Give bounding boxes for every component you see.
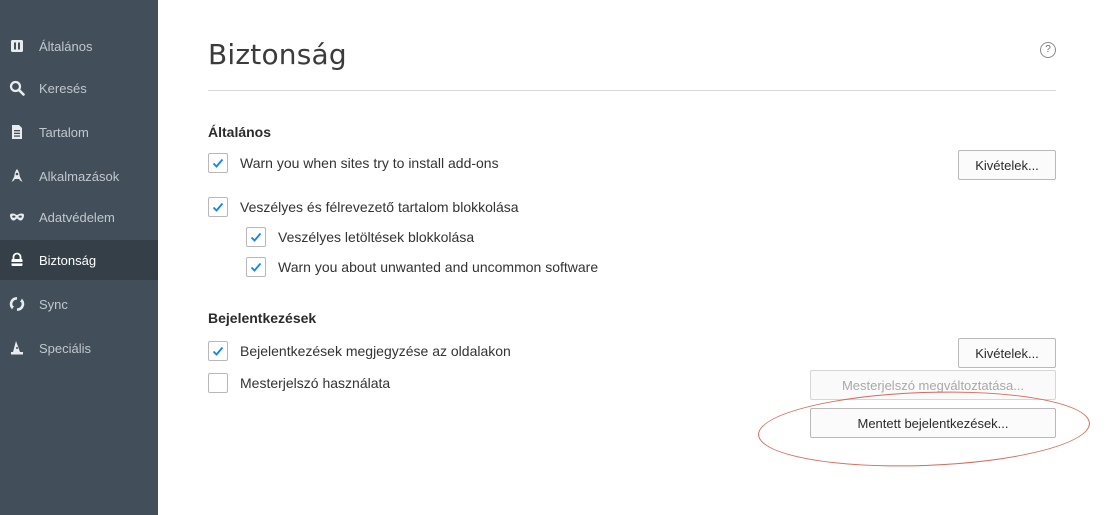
checkmark-icon	[212, 202, 224, 212]
saved-logins-button[interactable]: Mentett bejelentkezések...	[810, 408, 1056, 438]
block-downloads-checkbox[interactable]	[246, 227, 266, 247]
sidebar-item-content[interactable]: Tartalom	[0, 112, 158, 152]
master-password-label: Mesterjelszó használata	[240, 375, 391, 391]
general-exceptions-button[interactable]: Kivételek...	[958, 150, 1056, 180]
remember-logins-checkbox[interactable]	[208, 341, 228, 361]
sync-icon	[9, 296, 25, 312]
master-password-row: Mesterjelszó használata	[208, 373, 390, 393]
sidebar-item-general[interactable]: Általános	[0, 26, 158, 66]
block-dangerous-checkbox[interactable]	[208, 197, 228, 217]
search-icon	[9, 80, 25, 96]
lock-icon	[9, 252, 25, 268]
warn-unwanted-row: Warn you about unwanted and uncommon sof…	[246, 257, 598, 277]
block-downloads-label: Veszélyes letöltések blokkolása	[278, 229, 475, 245]
sidebar-item-label: Sync	[39, 296, 68, 312]
checkmark-icon	[212, 346, 224, 356]
sidebar-item-label: Általános	[39, 38, 93, 54]
sidebar-item-advanced[interactable]: Speciális	[0, 328, 158, 368]
sidebar-item-label: Speciális	[39, 340, 92, 356]
sidebar-item-label: Biztonság	[39, 252, 97, 268]
main-panel: Biztonság ? Általános Warn you when site…	[158, 0, 1120, 515]
change-master-password-button[interactable]: Mesterjelszó megváltoztatása...	[810, 370, 1056, 400]
mask-icon	[9, 209, 25, 225]
warn-unwanted-label: Warn you about unwanted and uncommon sof…	[278, 259, 599, 275]
block-dangerous-label: Veszélyes és félrevezető tartalom blokko…	[240, 199, 519, 215]
sidebar: Általános Keresés Tartalom Alkalmazások …	[0, 0, 158, 515]
sidebar-item-sync[interactable]: Sync	[0, 284, 158, 324]
checkmark-icon	[250, 232, 262, 242]
document-icon	[9, 124, 25, 140]
checkmark-icon	[212, 158, 224, 168]
warn-unwanted-checkbox[interactable]	[246, 257, 266, 277]
block-downloads-row: Veszélyes letöltések blokkolása	[246, 227, 474, 247]
checkmark-icon	[250, 262, 262, 272]
divider	[208, 90, 1056, 91]
sidebar-item-privacy[interactable]: Adatvédelem	[0, 197, 158, 237]
sidebar-item-security[interactable]: Biztonság	[0, 240, 158, 280]
block-dangerous-row: Veszélyes és félrevezető tartalom blokko…	[208, 197, 519, 217]
remember-logins-label: Bejelentkezések megjegyzése az oldalakon	[240, 343, 511, 359]
sidebar-item-label: Alkalmazások	[39, 168, 120, 184]
help-icon[interactable]: ?	[1040, 42, 1056, 58]
rocket-icon	[9, 168, 25, 184]
section-heading-logins: Bejelentkezések	[208, 310, 317, 326]
warn-addons-row: Warn you when sites try to install add-o…	[208, 153, 499, 173]
sidebar-item-search[interactable]: Keresés	[0, 68, 158, 108]
warn-addons-checkbox[interactable]	[208, 153, 228, 173]
master-password-checkbox[interactable]	[208, 373, 228, 393]
general-icon	[9, 38, 25, 54]
wizard-hat-icon	[9, 340, 25, 356]
logins-exceptions-button[interactable]: Kivételek...	[958, 338, 1056, 368]
remember-logins-row: Bejelentkezések megjegyzése az oldalakon	[208, 341, 511, 361]
sidebar-item-applications[interactable]: Alkalmazások	[0, 156, 158, 196]
sidebar-item-label: Keresés	[39, 80, 87, 96]
sidebar-item-label: Tartalom	[39, 124, 89, 140]
warn-addons-label: Warn you when sites try to install add-o…	[240, 155, 499, 171]
section-heading-general: Általános	[208, 124, 272, 140]
sidebar-item-label: Adatvédelem	[39, 209, 115, 225]
page-title: Biztonság	[208, 38, 347, 71]
